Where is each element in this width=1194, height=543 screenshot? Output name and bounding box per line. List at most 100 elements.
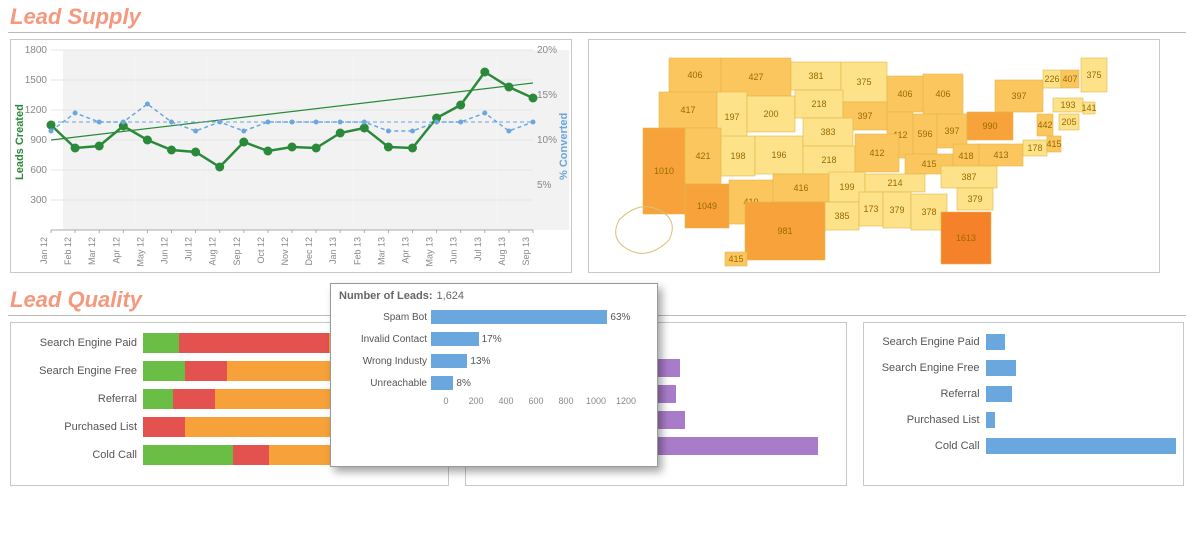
svg-text:205: 205: [1061, 117, 1076, 127]
bar-segment: [986, 360, 1016, 376]
svg-text:141: 141: [1081, 103, 1096, 113]
svg-text:990: 990: [982, 121, 997, 131]
bar-label: Referral: [11, 393, 143, 405]
supply-line-chart[interactable]: 3006009001200150018005%10%15%20%Jan 12Fe…: [10, 39, 572, 273]
svg-text:20%: 20%: [537, 45, 557, 56]
blue-bar-row: Purchased List: [864, 407, 1183, 433]
tooltip-row-label: Spam Bot: [339, 312, 431, 323]
svg-text:196: 196: [771, 150, 786, 160]
bar-segment: [986, 438, 1176, 454]
svg-text:427: 427: [748, 72, 763, 82]
svg-text:406: 406: [897, 89, 912, 99]
svg-text:417: 417: [680, 105, 695, 115]
svg-text:Dec 12: Dec 12: [304, 237, 314, 266]
svg-text:Sep 12: Sep 12: [232, 237, 242, 266]
svg-text:1010: 1010: [654, 166, 674, 176]
tooltip-bar: [431, 332, 479, 346]
svg-text:900: 900: [30, 135, 47, 146]
svg-text:300: 300: [30, 195, 47, 206]
tooltip-pct: 63%: [610, 312, 630, 323]
tooltip-pct: 8%: [456, 378, 470, 389]
svg-text:Oct 12: Oct 12: [256, 237, 266, 264]
tooltip-header-value: 1,624: [437, 290, 465, 302]
bar-label: Referral: [864, 388, 986, 400]
svg-text:193: 193: [1060, 100, 1075, 110]
svg-text:1200: 1200: [25, 105, 48, 116]
svg-text:Jul 12: Jul 12: [184, 237, 194, 261]
svg-text:1500: 1500: [25, 75, 48, 86]
tooltip-bar: [431, 354, 467, 368]
tooltip-row-label: Invalid Contact: [339, 334, 431, 345]
bar-label: Search Engine Paid: [11, 337, 143, 349]
svg-text:Jul 13: Jul 13: [473, 237, 483, 261]
svg-text:412: 412: [869, 148, 884, 158]
blue-bar-row: Search Engine Paid: [864, 329, 1183, 355]
svg-text:387: 387: [961, 172, 976, 182]
svg-text:Leads Created: Leads Created: [14, 104, 26, 180]
svg-text:15%: 15%: [537, 90, 557, 101]
quality-blue-chart[interactable]: Search Engine Paid Search Engine Free Refe…: [863, 322, 1184, 486]
svg-text:379: 379: [889, 205, 904, 215]
svg-text:406: 406: [687, 70, 702, 80]
svg-text:Jun 12: Jun 12: [160, 237, 170, 264]
tooltip-row-label: Unreachable: [339, 378, 431, 389]
svg-text:Mar 12: Mar 12: [87, 237, 97, 265]
svg-text:Sep 13: Sep 13: [521, 237, 531, 266]
bar-segment: [986, 334, 1005, 350]
svg-text:Nov 12: Nov 12: [280, 237, 290, 266]
svg-text:415: 415: [728, 254, 743, 264]
svg-text:378: 378: [921, 207, 936, 217]
tooltip-header-label: Number of Leads:: [339, 290, 433, 302]
svg-text:214: 214: [887, 178, 902, 188]
bar-segment: [143, 389, 173, 409]
svg-text:442: 442: [1037, 120, 1052, 130]
svg-text:406: 406: [935, 89, 950, 99]
divider: [8, 32, 1186, 33]
tooltip-pct: 13%: [470, 356, 490, 367]
tooltip-row-label: Wrong Industy: [339, 356, 431, 367]
section-title-supply: Lead Supply: [0, 0, 1194, 32]
bar-segment: [185, 361, 227, 381]
us-map-chart[interactable]: 4064273813754064063972264073754171972002…: [588, 39, 1160, 273]
svg-text:407: 407: [1062, 74, 1077, 84]
svg-text:% Converted: % Converted: [558, 113, 570, 180]
tooltip-bar: [431, 376, 453, 390]
svg-text:397: 397: [1011, 91, 1026, 101]
svg-text:173: 173: [863, 204, 878, 214]
svg-text:Feb 12: Feb 12: [63, 237, 73, 265]
svg-text:1800: 1800: [25, 45, 48, 56]
svg-text:198: 198: [730, 151, 745, 161]
bar-segment: [143, 417, 185, 437]
svg-text:416: 416: [793, 183, 808, 193]
svg-text:397: 397: [857, 111, 872, 121]
svg-text:218: 218: [811, 99, 826, 109]
bar-segment: [215, 389, 335, 409]
bar-label: Purchased List: [11, 421, 143, 433]
bar-label: Purchased List: [864, 414, 986, 426]
svg-text:226: 226: [1044, 74, 1059, 84]
svg-text:200: 200: [763, 109, 778, 119]
svg-text:375: 375: [1086, 70, 1101, 80]
bar-label: Cold Call: [864, 440, 986, 452]
bar-segment: [143, 333, 179, 353]
tooltip-pct: 17%: [482, 334, 502, 345]
svg-text:Aug 12: Aug 12: [208, 237, 218, 266]
svg-text:413: 413: [993, 150, 1008, 160]
svg-text:381: 381: [808, 71, 823, 81]
svg-text:Apr 13: Apr 13: [401, 237, 411, 264]
svg-text:10%: 10%: [537, 135, 557, 146]
svg-text:218: 218: [821, 155, 836, 165]
svg-text:385: 385: [834, 211, 849, 221]
svg-text:5%: 5%: [537, 180, 552, 191]
svg-text:397: 397: [944, 126, 959, 136]
svg-text:Jun 13: Jun 13: [449, 237, 459, 264]
svg-text:1613: 1613: [956, 233, 976, 243]
svg-text:600: 600: [30, 165, 47, 176]
tooltip-bar: [431, 310, 607, 324]
bar-label: Search Engine Free: [864, 362, 986, 374]
blue-bar-row: Search Engine Free: [864, 355, 1183, 381]
blue-bar-row: Cold Call: [864, 433, 1183, 459]
svg-text:383: 383: [820, 127, 835, 137]
svg-text:Aug 13: Aug 13: [497, 237, 507, 266]
svg-text:May 13: May 13: [425, 237, 435, 267]
